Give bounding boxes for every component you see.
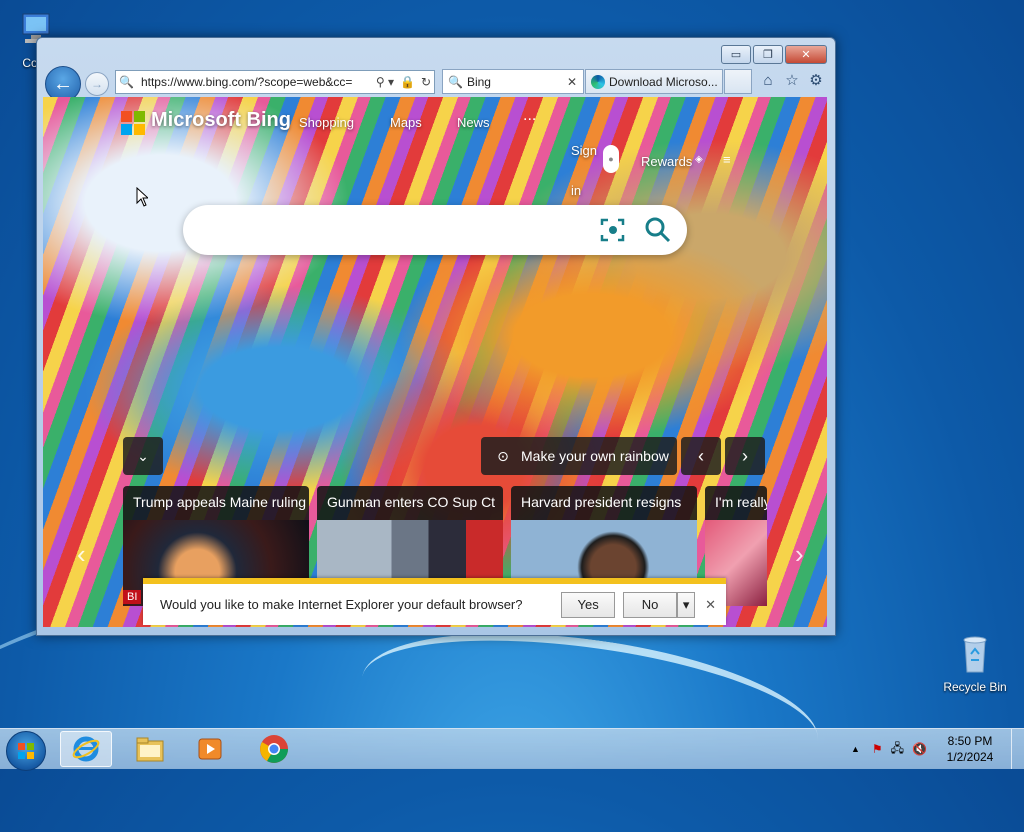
hamburger-menu-icon[interactable]: ≡ bbox=[723, 152, 731, 167]
no-button[interactable]: No bbox=[623, 591, 678, 618]
news-headline: I'm really bbox=[715, 494, 767, 510]
show-desktop-button[interactable] bbox=[1011, 729, 1024, 769]
clock-date: 1/2/2024 bbox=[946, 750, 994, 764]
system-tray: ▲ ⚑ 🖧 🔇 8:50 PM 1/2/2024 bbox=[851, 729, 1024, 769]
search-icon[interactable] bbox=[643, 216, 671, 244]
news-headline: Trump appeals Maine ruling bbox=[133, 494, 307, 510]
internet-explorer-icon bbox=[72, 736, 100, 762]
minimize-button[interactable]: ▭ bbox=[721, 45, 751, 64]
rewards-link[interactable]: Rewards bbox=[641, 154, 692, 169]
clock[interactable]: 8:50 PM 1/2/2024 bbox=[939, 733, 1001, 765]
no-dropdown-button[interactable]: ▾ bbox=[677, 591, 696, 618]
address-bar[interactable]: 🔍 https://www.bing.com/?scope=web&cc= ⚲ … bbox=[115, 70, 435, 94]
arrow-left-icon: ← bbox=[53, 72, 73, 95]
show-hidden-icons-button[interactable]: ▲ bbox=[851, 744, 860, 754]
action-center-flag-icon[interactable]: ⚑ bbox=[872, 742, 883, 756]
forward-button[interactable]: → bbox=[85, 72, 109, 96]
nav-news[interactable]: News bbox=[457, 115, 490, 130]
next-image-button[interactable]: › bbox=[725, 437, 765, 475]
windows-logo-icon bbox=[18, 743, 34, 759]
search-box bbox=[183, 205, 687, 255]
folder-icon bbox=[136, 737, 164, 762]
bing-brand[interactable]: Microsoft Bing bbox=[151, 109, 291, 132]
bing-page: Microsoft Bing Shopping Maps News ... Si… bbox=[43, 97, 827, 627]
maximize-button[interactable]: ❐ bbox=[753, 45, 783, 64]
nav-shopping[interactable]: Shopping bbox=[299, 115, 354, 130]
carousel-left-arrow[interactable]: ‹ bbox=[77, 539, 86, 570]
search-icon: 🔍 bbox=[119, 75, 134, 89]
ie-window: ▭ ❐ ✕ ← → 🔍 https://www.bing.com/?scope=… bbox=[36, 37, 836, 636]
previous-image-button[interactable]: ‹ bbox=[681, 437, 721, 475]
sign-in-link[interactable]: Sign in bbox=[571, 131, 599, 211]
desktop-icon-label: Recycle Bin bbox=[943, 680, 1007, 694]
user-avatar-icon[interactable]: ● bbox=[603, 145, 619, 173]
navigation-bar: ← → 🔍 https://www.bing.com/?scope=web&cc… bbox=[45, 66, 829, 102]
chevron-right-icon: › bbox=[742, 445, 748, 466]
volume-muted-icon[interactable]: 🔇 bbox=[912, 742, 927, 756]
lock-icon[interactable]: 🔒 bbox=[397, 75, 418, 89]
more-menu[interactable]: ... bbox=[523, 107, 536, 125]
mouse-cursor-icon bbox=[136, 187, 148, 207]
edge-icon bbox=[591, 74, 605, 89]
search-icon: 🔍 bbox=[448, 74, 463, 89]
chevron-left-icon: ‹ bbox=[698, 445, 704, 466]
search-input[interactable] bbox=[199, 220, 599, 240]
image-info-chip[interactable]: ⊙ Make your own rainbow bbox=[481, 437, 677, 475]
tab-download-microsoft[interactable]: Download Microso... bbox=[585, 69, 723, 94]
news-source-badge: BI bbox=[123, 590, 142, 604]
microsoft-logo-icon[interactable] bbox=[121, 111, 145, 135]
taskbar-internet-explorer[interactable] bbox=[60, 731, 112, 767]
home-icon[interactable]: ⌂ bbox=[759, 72, 777, 90]
media-player-icon bbox=[198, 738, 222, 760]
network-icon[interactable]: 🖧 bbox=[891, 739, 904, 760]
notification-close-icon[interactable]: ✕ bbox=[705, 597, 716, 613]
news-headline: Harvard president resigns bbox=[521, 494, 682, 510]
refresh-icon[interactable]: ↻ bbox=[418, 75, 434, 89]
taskbar: ▲ ⚑ 🖧 🔇 8:50 PM 1/2/2024 bbox=[0, 728, 1024, 771]
chevron-down-icon: ▾ bbox=[682, 596, 690, 612]
settings-gear-icon[interactable]: ⚙ bbox=[807, 72, 825, 90]
carousel-right-arrow[interactable]: › bbox=[795, 539, 804, 570]
start-button[interactable] bbox=[6, 731, 46, 771]
image-caption: Make your own rainbow bbox=[521, 448, 669, 464]
taskbar-file-explorer[interactable] bbox=[124, 731, 176, 767]
yes-button[interactable]: Yes bbox=[561, 591, 616, 618]
recycle-bin-icon bbox=[953, 632, 997, 676]
chrome-icon bbox=[260, 735, 288, 763]
news-headline: Gunman enters CO Sup Ct bbox=[327, 494, 496, 510]
new-tab-button[interactable] bbox=[724, 69, 752, 94]
arrow-right-icon: → bbox=[91, 77, 103, 91]
toolbar-icons: ⌂ ☆ ⚙ bbox=[759, 72, 825, 90]
tab-bing[interactable]: 🔍 Bing ✕ bbox=[442, 69, 584, 94]
notification-message: Would you like to make Internet Explorer… bbox=[160, 597, 523, 612]
collapse-feed-button[interactable]: ⌄ bbox=[123, 437, 163, 475]
rewards-trophy-icon[interactable]: ◈ bbox=[695, 154, 703, 165]
visual-search-icon[interactable] bbox=[599, 216, 627, 244]
chevron-down-icon: ⌄ bbox=[137, 447, 149, 464]
tab-label: Download Microso... bbox=[609, 74, 718, 89]
address-url[interactable]: https://www.bing.com/?scope=web&cc= bbox=[137, 75, 373, 89]
favorites-star-icon[interactable]: ☆ bbox=[783, 72, 801, 90]
search-dropdown-icon[interactable]: ⚲ ▾ bbox=[373, 75, 397, 89]
tab-close-button[interactable]: ✕ bbox=[561, 75, 583, 89]
window-controls: ▭ ❐ ✕ bbox=[721, 45, 827, 64]
default-browser-notification: Would you like to make Internet Explorer… bbox=[143, 578, 726, 625]
taskbar-media-player[interactable] bbox=[184, 731, 236, 767]
desktop-icon-recycle-bin[interactable]: Recycle Bin bbox=[940, 632, 1010, 694]
tab-label: Bing bbox=[466, 74, 491, 89]
nav-maps[interactable]: Maps bbox=[390, 115, 422, 130]
location-pin-icon: ⊙ bbox=[497, 447, 509, 464]
clock-time: 8:50 PM bbox=[947, 734, 993, 748]
taskbar-chrome[interactable] bbox=[248, 731, 300, 767]
close-button[interactable]: ✕ bbox=[785, 45, 827, 64]
